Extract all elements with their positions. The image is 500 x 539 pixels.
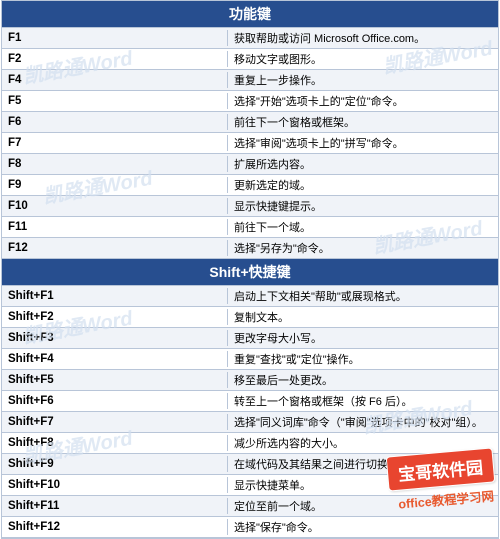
desc-cell: 获取帮助或访问 Microsoft Office.com。 [228,28,498,48]
table-row: F5选择"开始"选项卡上的"定位"命令。 [2,91,498,112]
table-row: F1获取帮助或访问 Microsoft Office.com。 [2,28,498,49]
key-cell: F1 [2,30,228,46]
key-cell: F7 [2,135,228,151]
shortcut-tables: 功能键F1获取帮助或访问 Microsoft Office.com。F2移动文字… [1,0,499,539]
key-cell: Shift+F12 [2,519,228,535]
desc-cell: 显示快捷菜单。 [228,475,498,495]
desc-cell: 减少所选内容的大小。 [228,433,498,453]
key-cell: F4 [2,72,228,88]
desc-cell: 重复上一步操作。 [228,70,498,90]
desc-cell: 选择"审阅"选项卡上的"拼写"命令。 [228,133,498,153]
key-cell: F9 [2,177,228,193]
key-cell: F6 [2,114,228,130]
table-row: Shift+F10显示快捷菜单。 [2,475,498,496]
table-row: Shift+F4重复"查找"或"定位"操作。 [2,349,498,370]
desc-cell: 更新选定的域。 [228,175,498,195]
desc-cell: 前往下一个域。 [228,217,498,237]
table-row: F8扩展所选内容。 [2,154,498,175]
key-cell: Shift+F4 [2,351,228,367]
key-cell: Shift+F7 [2,414,228,430]
key-cell: Shift+F3 [2,330,228,346]
table-row: F7选择"审阅"选项卡上的"拼写"命令。 [2,133,498,154]
desc-cell: 定位至前一个域。 [228,496,498,516]
desc-cell: 显示快捷键提示。 [228,196,498,216]
desc-cell: 扩展所选内容。 [228,154,498,174]
key-cell: Shift+F6 [2,393,228,409]
desc-cell: 移至最后一处更改。 [228,370,498,390]
desc-cell: 移动文字或图形。 [228,49,498,69]
desc-cell: 复制文本。 [228,307,498,327]
desc-cell: 在域代码及其结果之间进行切换。 [228,454,498,474]
table-row: F9更新选定的域。 [2,175,498,196]
table-row: Shift+F1启动上下文相关"帮助"或展现格式。 [2,286,498,307]
key-cell: F5 [2,93,228,109]
key-cell: Shift+F10 [2,477,228,493]
desc-cell: 选择"另存为"命令。 [228,238,498,258]
table-row: F11前往下一个域。 [2,217,498,238]
table-row: F2移动文字或图形。 [2,49,498,70]
key-cell: F12 [2,240,228,256]
key-cell: Shift+F1 [2,288,228,304]
key-cell: F2 [2,51,228,67]
desc-cell: 更改字母大小写。 [228,328,498,348]
table-row: Shift+F11定位至前一个域。 [2,496,498,517]
key-cell: Shift+F9 [2,456,228,472]
table-row: Shift+F3更改字母大小写。 [2,328,498,349]
desc-cell: 重复"查找"或"定位"操作。 [228,349,498,369]
key-cell: Shift+F8 [2,435,228,451]
desc-cell: 选择"开始"选项卡上的"定位"命令。 [228,91,498,111]
key-cell: F8 [2,156,228,172]
key-cell: F10 [2,198,228,214]
table-row: Shift+F6转至上一个窗格或框架（按 F6 后）。 [2,391,498,412]
table-row: F10显示快捷键提示。 [2,196,498,217]
key-cell: Shift+F5 [2,372,228,388]
table-row: Shift+F2复制文本。 [2,307,498,328]
table-row: Shift+F9在域代码及其结果之间进行切换。 [2,454,498,475]
table-row: F4重复上一步操作。 [2,70,498,91]
table-row: Shift+F12选择"保存"命令。 [2,517,498,538]
table-row: F6前往下一个窗格或框架。 [2,112,498,133]
desc-cell: 前往下一个窗格或框架。 [228,112,498,132]
section-header: 功能键 [2,1,498,28]
desc-cell: 转至上一个窗格或框架（按 F6 后）。 [228,391,498,411]
desc-cell: 启动上下文相关"帮助"或展现格式。 [228,286,498,306]
key-cell: Shift+F2 [2,309,228,325]
desc-cell: 选择"同义词库"命令（"审阅"选项卡中的"校对"组）。 [228,412,498,432]
table-row: Shift+F8减少所选内容的大小。 [2,433,498,454]
table-row: Shift+F7选择"同义词库"命令（"审阅"选项卡中的"校对"组）。 [2,412,498,433]
section-header: Shift+快捷键 [2,259,498,286]
table-row: Shift+F5移至最后一处更改。 [2,370,498,391]
key-cell: F11 [2,219,228,235]
desc-cell: 选择"保存"命令。 [228,517,498,537]
table-row: F12选择"另存为"命令。 [2,238,498,259]
